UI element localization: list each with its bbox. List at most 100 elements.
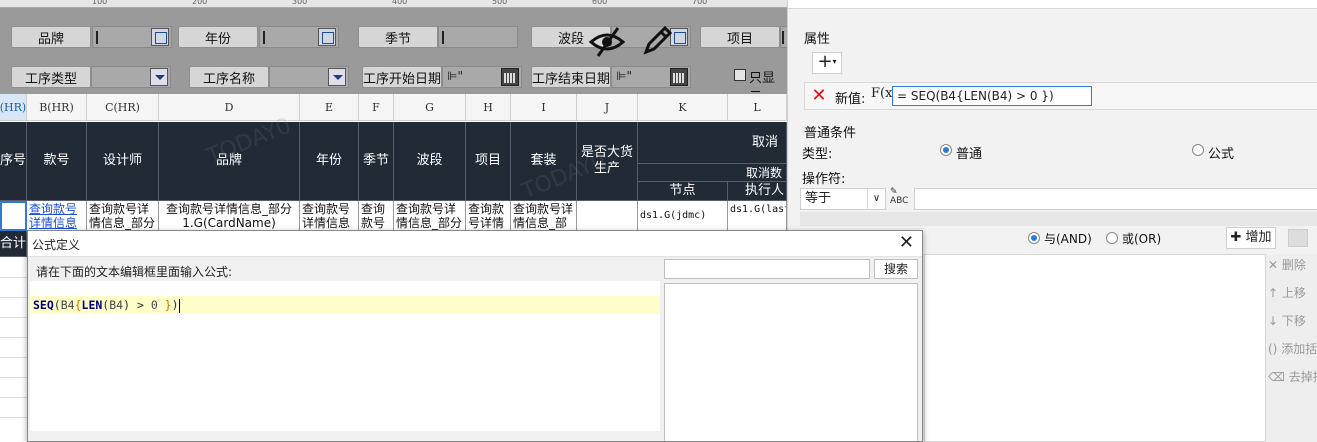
abc-value-icon[interactable]: ✎ ABC [890, 188, 908, 206]
only-show-checkbox[interactable] [734, 69, 746, 81]
data-cell-executor[interactable]: ds1.G(lastname) [728, 201, 787, 231]
formula-editor[interactable]: SEQ(B4{LEN(B4) > 0 }) [30, 281, 660, 431]
param-label-season: 季节 [358, 26, 438, 48]
type-formula-label: 公式 [1208, 147, 1235, 162]
data-cell-season[interactable]: 查询款号 [359, 201, 394, 231]
data-cell-designer[interactable]: 查询款号详情信息_部分 [87, 201, 159, 231]
type-formula-radio[interactable] [1192, 144, 1204, 156]
dialog-titlebar[interactable]: 公式定义 ✕ [28, 231, 922, 257]
operator-select[interactable]: 等于 ∨ [800, 188, 886, 210]
data-cell-node[interactable]: ds1.G(jdmc) [638, 201, 728, 231]
header-cell-suit[interactable]: 套装 [511, 122, 577, 201]
function-search-input[interactable] [664, 259, 870, 279]
header-cell-style-no[interactable]: 款号 [27, 122, 87, 201]
column-header-c[interactable]: C(HR) [87, 94, 159, 121]
param-brand-input[interactable] [92, 26, 172, 48]
data-cell-brand[interactable]: 查询款号详情信息_部分1.G(CardName) [159, 201, 300, 231]
move-down-button[interactable]: ↓ 下移 [1268, 310, 1317, 332]
header-cell-designer[interactable]: 设计师 [87, 122, 159, 201]
dropdown-icon[interactable] [328, 68, 346, 86]
new-value-label: 新值: [835, 92, 866, 107]
header-cell-project[interactable]: 项目 [466, 122, 511, 201]
param-process-type-select[interactable] [91, 66, 171, 88]
param-label-project: 项目 [700, 26, 780, 48]
close-icon[interactable]: ✕ [899, 233, 914, 253]
formula-line[interactable]: SEQ(B4{LEN(B4) > 0 }) [30, 296, 660, 314]
data-cell-year[interactable]: 查询款号详情信息 [300, 201, 359, 231]
header-cell-season[interactable]: 季节 [359, 122, 394, 201]
column-header-j[interactable]: J [577, 94, 638, 121]
pencil-icon[interactable] [640, 24, 674, 58]
header-cell-node[interactable]: 节点 [638, 182, 728, 201]
header-cell-cancel[interactable]: 取消 [638, 122, 787, 164]
ruler-tick: 400 [392, 0, 408, 6]
ruler-tick: 600 [592, 0, 608, 6]
header-cell-wave[interactable]: 波段 [394, 122, 466, 201]
add-brackets-button[interactable]: () 添加括号 [1268, 338, 1317, 360]
data-cell-selected[interactable] [0, 201, 27, 231]
column-header-h[interactable]: H [466, 94, 511, 121]
param-season-input[interactable] [438, 26, 518, 48]
add-dropdown-button[interactable]: +▾ [812, 52, 842, 74]
picker-icon[interactable] [318, 28, 336, 46]
column-header-g[interactable]: G [394, 94, 466, 121]
logic-and-radio[interactable] [1028, 232, 1040, 244]
param-label-start-date: 工序开始日期 [362, 66, 442, 88]
delete-x-icon[interactable]: ✕ [810, 87, 828, 105]
param-label-process-type: 工序类型 [11, 66, 91, 88]
picker-icon[interactable] [151, 28, 169, 46]
new-value-formula-input[interactable]: = SEQ(B4{LEN(B4) > 0 }) [892, 86, 1092, 106]
folder-icon[interactable] [1288, 229, 1308, 247]
logic-or-radio[interactable] [1106, 232, 1118, 244]
header-cell-seq[interactable]: 序号 [0, 122, 27, 201]
calendar-icon[interactable] [501, 68, 519, 86]
remove-brackets-button[interactable]: ⌫ 去掉括号 [1268, 366, 1317, 388]
dialog-prompt: 请在下面的文本编辑框里面输入公式: [36, 265, 233, 279]
chevron-down-icon: ▾ [832, 57, 837, 66]
search-button[interactable]: 搜索 [874, 259, 918, 279]
column-header-a[interactable]: (HR) [0, 94, 27, 121]
column-header-l[interactable]: L [728, 94, 787, 121]
condition-list[interactable] [924, 254, 1266, 442]
column-header-d[interactable]: D [159, 94, 300, 121]
data-cell-suit[interactable]: 查询款号详情信息_部 [511, 201, 577, 231]
calendar-icon[interactable] [670, 68, 688, 86]
ruler-tick: 700 [692, 0, 708, 6]
eye-hidden-icon[interactable] [588, 24, 626, 58]
column-header-b[interactable]: B(HR) [27, 94, 87, 121]
header-cell-executor[interactable]: 执行人 [728, 182, 787, 201]
total-row-label[interactable]: 合计 [0, 231, 27, 257]
function-list[interactable] [664, 283, 918, 441]
move-up-button[interactable]: ↑ 上移 [1268, 282, 1317, 304]
section-title-general-conditions: 普通条件 [804, 126, 857, 141]
ruler-tick: 100 [92, 0, 108, 6]
header-cell-bulk-production[interactable]: 是否大货生产 [577, 122, 638, 201]
param-end-date-input[interactable]: ⊫" [611, 66, 691, 88]
param-start-date-input[interactable]: ⊫" [442, 66, 522, 88]
new-value-row: ✕ 新值: F(x) = SEQ(B4{LEN(B4) > 0 }) [804, 82, 1317, 110]
header-cell-brand[interactable]: 品牌 [159, 122, 300, 201]
dropdown-icon[interactable] [150, 68, 168, 86]
data-cell-project[interactable]: 查询款号详情信息 [466, 201, 511, 231]
type-normal-radio[interactable] [940, 144, 952, 156]
add-condition-button[interactable]: ✚ 增加 [1226, 227, 1276, 249]
ruler-tick: 200 [192, 0, 208, 6]
param-project-input[interactable] [780, 26, 787, 48]
data-cell-style-no[interactable]: 查询款号详情信息 [27, 201, 87, 231]
param-process-name-select[interactable] [269, 66, 349, 88]
column-header-f[interactable]: F [359, 94, 394, 121]
column-header-e[interactable]: E [300, 94, 359, 121]
header-cell-year[interactable]: 年份 [300, 122, 359, 201]
delete-condition-button[interactable]: ✕ 删除 [1268, 254, 1317, 276]
data-cell-bulk-production[interactable] [577, 201, 638, 231]
header-cell-cancel-count[interactable]: 取消数 [638, 164, 787, 182]
param-label-end-date: 工序结束日期 [531, 66, 611, 88]
param-year-input[interactable] [259, 26, 339, 48]
condition-value-input[interactable] [914, 188, 1317, 210]
column-header-k[interactable]: K [638, 94, 728, 121]
ruler-tick: 300 [292, 0, 308, 6]
param-label-brand: 品牌 [11, 26, 91, 48]
type-normal-label: 普通 [956, 147, 983, 162]
data-cell-wave[interactable]: 查询款号详情信息_部分 [394, 201, 466, 231]
column-header-i[interactable]: I [511, 94, 577, 121]
